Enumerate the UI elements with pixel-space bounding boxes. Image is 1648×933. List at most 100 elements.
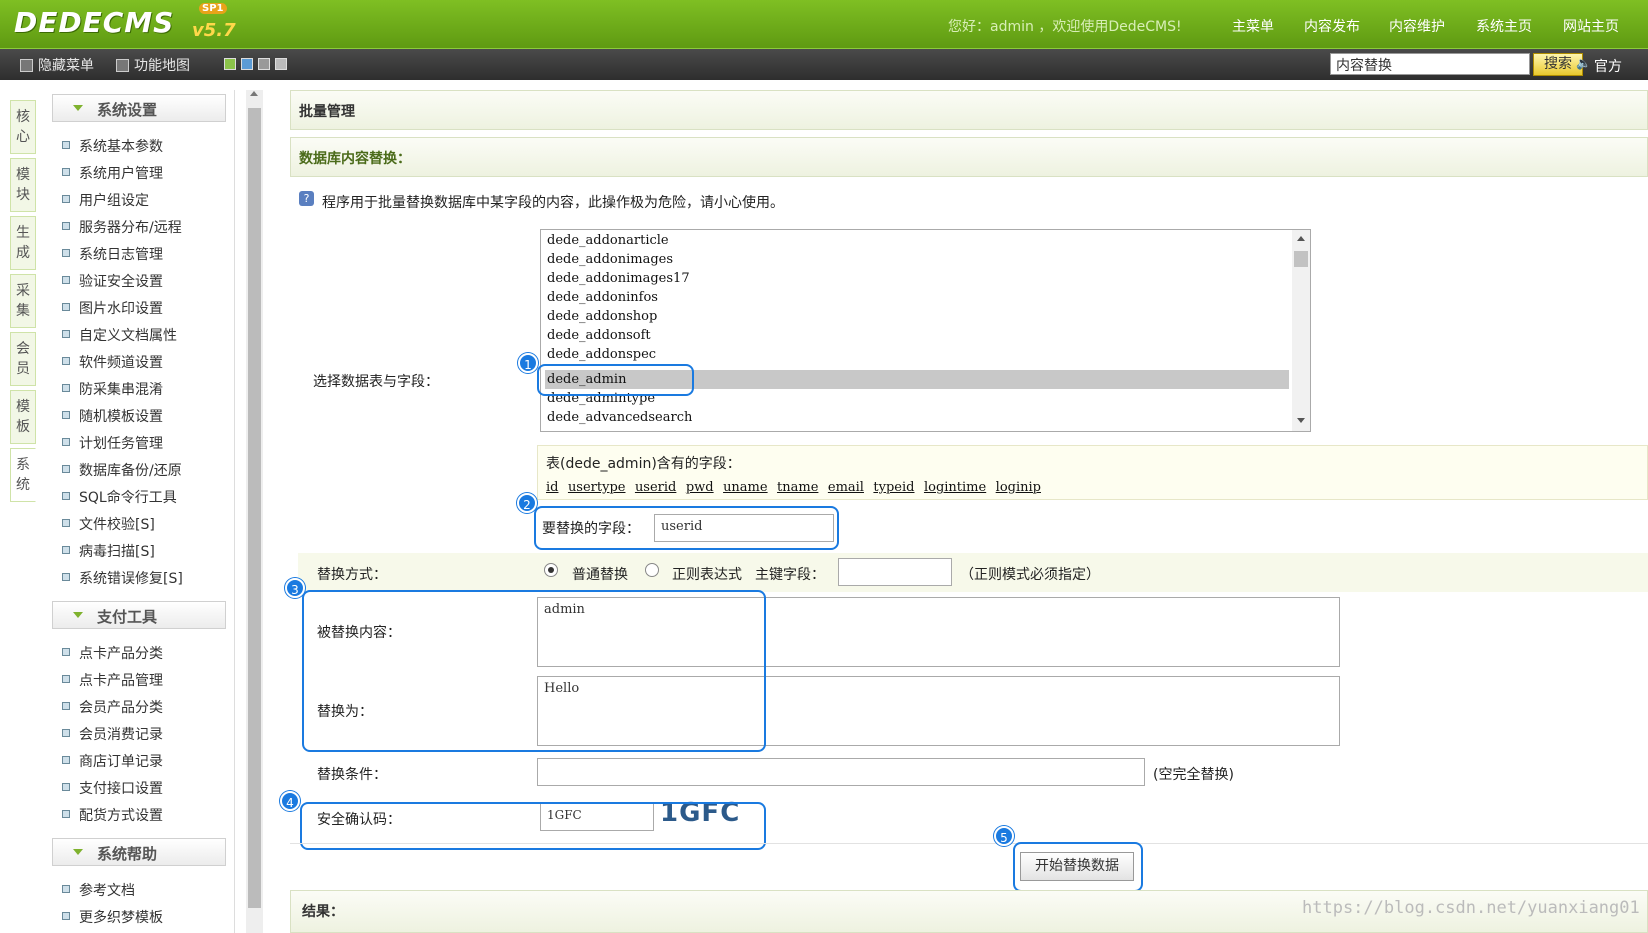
step-marker-1: 1 <box>518 353 538 373</box>
page-header <box>290 90 1648 130</box>
key-field-input[interactable] <box>838 558 952 586</box>
step-marker-2: 2 <box>517 493 537 513</box>
menu-item[interactable]: 数据库备份/还原 <box>62 460 182 480</box>
function-map-button[interactable]: 功能地图 <box>116 55 190 75</box>
menu-item[interactable]: 系统日志管理 <box>62 244 163 264</box>
listbox-scroll-thumb[interactable] <box>1294 251 1308 267</box>
grid-icon <box>116 59 129 72</box>
select-table-label: 选择数据表与字段： <box>313 374 439 390</box>
menu-item[interactable]: SQL命令行工具 <box>62 487 177 507</box>
tab-collect[interactable]: 采集 <box>10 274 36 328</box>
mode-regex-radio[interactable] <box>645 563 659 577</box>
tab-system[interactable]: 系统 <box>10 448 36 502</box>
menu-item[interactable]: 系统用户管理 <box>62 163 163 183</box>
listbox-up-icon[interactable] <box>1297 236 1305 241</box>
nav-system-home[interactable]: 系统主页 <box>1476 16 1532 36</box>
watermark-text: https://blog.csdn.net/yuanxiang01 <box>1302 898 1640 918</box>
menu-item[interactable]: 系统错误修复[S] <box>62 568 183 588</box>
table-option[interactable]: dede_addonimages17 <box>547 269 690 288</box>
table-option[interactable]: dede_addoninfos <box>547 288 658 307</box>
menu-item[interactable]: 系统基本参数 <box>62 136 163 156</box>
field-link[interactable]: loginip <box>996 480 1041 495</box>
menu-item[interactable]: 更多织梦模板 <box>62 907 163 927</box>
menu-item[interactable]: 配货方式设置 <box>62 805 163 825</box>
condition-input[interactable] <box>537 758 1145 786</box>
field-link[interactable]: tname <box>777 480 818 495</box>
skin-light-icon[interactable] <box>275 58 287 70</box>
field-link[interactable]: logintime <box>924 480 986 495</box>
nav-site-home[interactable]: 网站主页 <box>1563 16 1619 36</box>
speaker-icon: 🔈 <box>1576 56 1591 70</box>
table-listbox[interactable]: dede_addonarticle dede_addonimages dede_… <box>540 229 1311 432</box>
listbox-down-icon[interactable] <box>1297 418 1305 423</box>
divider <box>290 843 1648 844</box>
menu-item[interactable]: 会员产品分类 <box>62 697 163 717</box>
field-link[interactable]: userid <box>635 480 676 495</box>
nav-main-menu[interactable]: 主菜单 <box>1232 16 1274 36</box>
logo: DEDECMS <box>14 6 175 39</box>
table-option[interactable]: dede_addonspec <box>547 345 656 364</box>
tab-template[interactable]: 模板 <box>10 390 36 444</box>
field-link[interactable]: email <box>828 480 864 495</box>
nav-content-maintain[interactable]: 内容维护 <box>1389 16 1445 36</box>
menu-item[interactable]: 用户组设定 <box>62 190 149 210</box>
menu-item[interactable]: 点卡产品管理 <box>62 670 163 690</box>
tab-core[interactable]: 核心 <box>10 100 36 154</box>
menu-item[interactable]: 随机模板设置 <box>62 406 163 426</box>
highlight-box-1 <box>537 364 694 396</box>
tab-generate[interactable]: 生成 <box>10 216 36 270</box>
menu-item[interactable]: 验证安全设置 <box>62 271 163 291</box>
highlight-box-5 <box>1013 842 1143 892</box>
menu-item[interactable]: 支付接口设置 <box>62 778 163 798</box>
skin-gray-icon[interactable] <box>258 58 270 70</box>
skin-green-icon[interactable] <box>224 58 236 70</box>
tab-module[interactable]: 模块 <box>10 158 36 212</box>
menu-item[interactable]: 软件频道设置 <box>62 352 163 372</box>
field-link[interactable]: usertype <box>568 480 626 495</box>
highlight-box-2 <box>534 506 839 550</box>
official-link[interactable]: 官方 <box>1594 56 1622 76</box>
step-marker-5: 5 <box>994 826 1014 846</box>
table-option[interactable]: dede_addonimages <box>547 250 673 269</box>
menu-item[interactable]: 防采集串混淆 <box>62 379 163 399</box>
field-link[interactable]: typeid <box>873 480 914 495</box>
hide-menu-button[interactable]: 隐藏菜单 <box>20 55 94 75</box>
regex-note: （正则模式必须指定） <box>960 567 1100 583</box>
condition-label: 替换条件： <box>317 767 387 783</box>
step-marker-4: 4 <box>280 791 300 811</box>
menu-item[interactable]: 文件校验[S] <box>62 514 155 534</box>
tab-member[interactable]: 会员 <box>10 332 36 386</box>
menu-item[interactable]: 图片水印设置 <box>62 298 163 318</box>
greeting-text: 您好：admin ，欢迎使用DedeCMS! <box>948 19 1182 35</box>
mode-regex-label: 正则表达式 <box>672 567 742 583</box>
nav-content-publish[interactable]: 内容发布 <box>1304 16 1360 36</box>
menu-header-system-settings[interactable]: 系统设置 <box>52 94 226 122</box>
field-link[interactable]: id <box>546 480 558 495</box>
menu-header-system-help[interactable]: 系统帮助 <box>52 838 226 866</box>
table-option[interactable]: dede_advancedsearch <box>547 408 692 427</box>
search-input[interactable]: 内容替换 <box>1330 53 1530 75</box>
menu-item[interactable]: 点卡产品分类 <box>62 643 163 663</box>
menu-item[interactable]: 自定义文档属性 <box>62 325 177 345</box>
table-option[interactable]: dede_addonsoft <box>547 326 651 345</box>
menu-header-pay-tools[interactable]: 支付工具 <box>52 601 226 629</box>
menu-item[interactable]: 服务器分布/远程 <box>62 217 182 237</box>
field-link[interactable]: pwd <box>686 480 714 495</box>
menu-item[interactable]: 病毒扫描[S] <box>62 541 155 561</box>
fields-link-list: id usertype userid pwd uname tname email… <box>546 479 1046 495</box>
scroll-up-icon[interactable] <box>250 91 258 96</box>
menu-scroll-thumb[interactable] <box>248 108 261 908</box>
menu-item[interactable]: 商店订单记录 <box>62 751 163 771</box>
table-option[interactable]: dede_addonarticle <box>547 231 669 250</box>
table-option[interactable]: dede_addonshop <box>547 307 657 326</box>
listbox-scrollbar[interactable] <box>1292 230 1310 431</box>
field-link[interactable]: uname <box>723 480 768 495</box>
mode-normal-radio[interactable] <box>544 563 558 577</box>
hide-menu-icon <box>20 59 33 72</box>
menu-item[interactable]: 会员消费记录 <box>62 724 163 744</box>
menu-item[interactable]: 计划任务管理 <box>62 433 163 453</box>
skin-blue-icon[interactable] <box>241 58 253 70</box>
menu-item[interactable]: 参考文档 <box>62 880 135 900</box>
result-label: 结果： <box>302 904 344 920</box>
logo-version: v5.7 <box>192 20 236 41</box>
